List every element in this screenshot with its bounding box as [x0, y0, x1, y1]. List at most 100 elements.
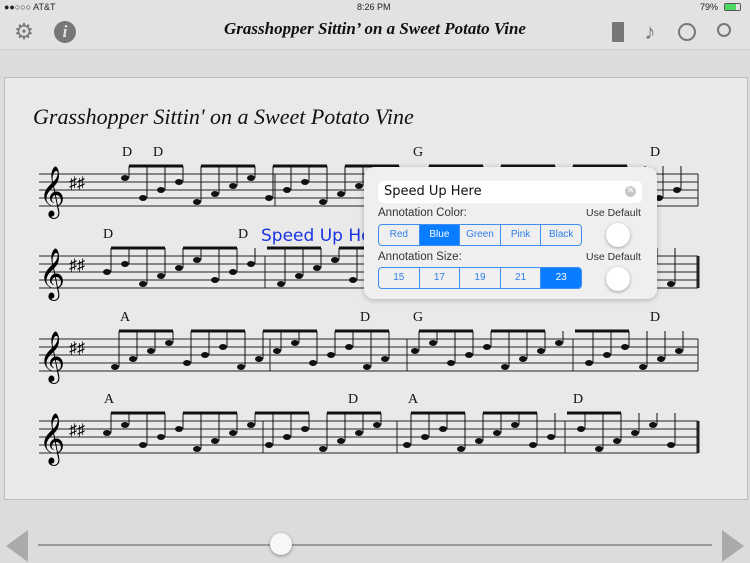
size-option-19[interactable]: 19: [460, 268, 501, 288]
note-head: [403, 442, 411, 448]
color-option-green[interactable]: Green: [460, 225, 501, 245]
next-arrow-icon[interactable]: [722, 530, 744, 562]
note-head: [277, 281, 285, 287]
key-signature: ♯♯: [69, 175, 85, 192]
note-head: [621, 344, 629, 350]
previous-arrow-icon[interactable]: [6, 530, 28, 562]
note-head: [337, 438, 345, 444]
note-head: [475, 438, 483, 444]
note-head: [139, 281, 147, 287]
note-head: [255, 356, 263, 362]
note-head: [111, 364, 119, 370]
note-head: [211, 191, 219, 197]
size-option-15[interactable]: 15: [379, 268, 420, 288]
size-option-23[interactable]: 23: [541, 268, 581, 288]
color-option-blue[interactable]: Blue: [419, 225, 461, 245]
size-use-default-toggle[interactable]: [606, 267, 630, 291]
annotation-popover: Speed Up Here ✕ Annotation Color: Use Def…: [364, 167, 657, 299]
chord-symbol: D: [650, 310, 661, 325]
note-head: [273, 348, 281, 354]
key-signature: ♯♯: [69, 257, 85, 274]
note-head: [595, 446, 603, 452]
note-head: [129, 356, 137, 362]
page-slider-thumb[interactable]: [269, 533, 292, 555]
note-head: [103, 430, 111, 436]
note-head: [349, 277, 357, 283]
note-head: [291, 340, 299, 346]
color-option-black[interactable]: Black: [541, 225, 581, 245]
note-head: [247, 175, 255, 181]
note-head: [421, 434, 429, 440]
color-segmented-control: Red Blue Green Pink Black: [378, 224, 582, 246]
treble-clef-icon: 𝄞: [39, 166, 65, 219]
note-head: [309, 360, 317, 366]
note-head: [373, 422, 381, 428]
search-icon[interactable]: [714, 20, 738, 44]
note-head: [157, 187, 165, 193]
note-head: [667, 442, 675, 448]
size-label: Annotation Size:: [378, 251, 462, 263]
note-head: [537, 348, 545, 354]
chord-symbol: G: [413, 145, 424, 160]
note-head: [229, 269, 237, 275]
annotation-input[interactable]: Speed Up Here ✕: [378, 181, 642, 203]
note-head: [675, 348, 683, 354]
note-head: [603, 352, 611, 358]
note-head: [265, 442, 273, 448]
clock-icon[interactable]: [675, 20, 699, 44]
chord-symbol: D: [153, 145, 164, 160]
note-head: [139, 442, 147, 448]
note-head: [301, 179, 309, 185]
note-head: [511, 422, 519, 428]
note-head: [175, 265, 183, 271]
note-head: [493, 430, 501, 436]
color-option-red[interactable]: Red: [379, 225, 420, 245]
note-head: [175, 179, 183, 185]
color-option-pink[interactable]: Pink: [501, 225, 542, 245]
treble-clef-icon: 𝄞: [39, 331, 65, 384]
chord-symbol: D: [122, 145, 133, 160]
note-head: [355, 430, 363, 436]
size-option-21[interactable]: 21: [501, 268, 542, 288]
note-head: [613, 438, 621, 444]
note-head: [237, 364, 245, 370]
note-head: [121, 261, 129, 267]
note-head: [457, 446, 465, 452]
battery-percent: 79%: [700, 2, 719, 12]
clock: 8:26 PM: [357, 2, 391, 12]
chord-symbol: D: [348, 392, 359, 407]
size-option-17[interactable]: 17: [420, 268, 461, 288]
chord-symbol: A: [104, 392, 115, 407]
note-head: [439, 426, 447, 432]
battery-icon: [724, 3, 741, 11]
chord-symbol: D: [238, 227, 249, 242]
note-head: [673, 187, 681, 193]
note-head: [183, 360, 191, 366]
chord-symbol: D: [103, 227, 114, 242]
note-head: [157, 273, 165, 279]
annotation-input-value: Speed Up Here: [384, 184, 482, 199]
note-head: [121, 175, 129, 181]
note-head: [265, 195, 273, 201]
note-head: [121, 422, 129, 428]
note-head: [319, 446, 327, 452]
note-head: [229, 430, 237, 436]
clear-icon[interactable]: ✕: [625, 186, 636, 197]
page-slider-track[interactable]: [38, 544, 712, 546]
note-head: [345, 344, 353, 350]
note-head: [483, 344, 491, 350]
note-head: [211, 277, 219, 283]
note-head: [547, 434, 555, 440]
book-icon[interactable]: [606, 20, 630, 44]
note-head: [577, 426, 585, 432]
note-head: [139, 195, 147, 201]
treble-clef-icon: 𝄞: [39, 248, 65, 301]
note-head: [211, 438, 219, 444]
note-head: [411, 348, 419, 354]
note-head: [381, 356, 389, 362]
note-head: [465, 352, 473, 358]
color-use-default-toggle[interactable]: [606, 223, 630, 247]
note-head: [193, 199, 201, 205]
note-head: [295, 273, 303, 279]
music-note-icon[interactable]: ♪: [638, 20, 662, 44]
